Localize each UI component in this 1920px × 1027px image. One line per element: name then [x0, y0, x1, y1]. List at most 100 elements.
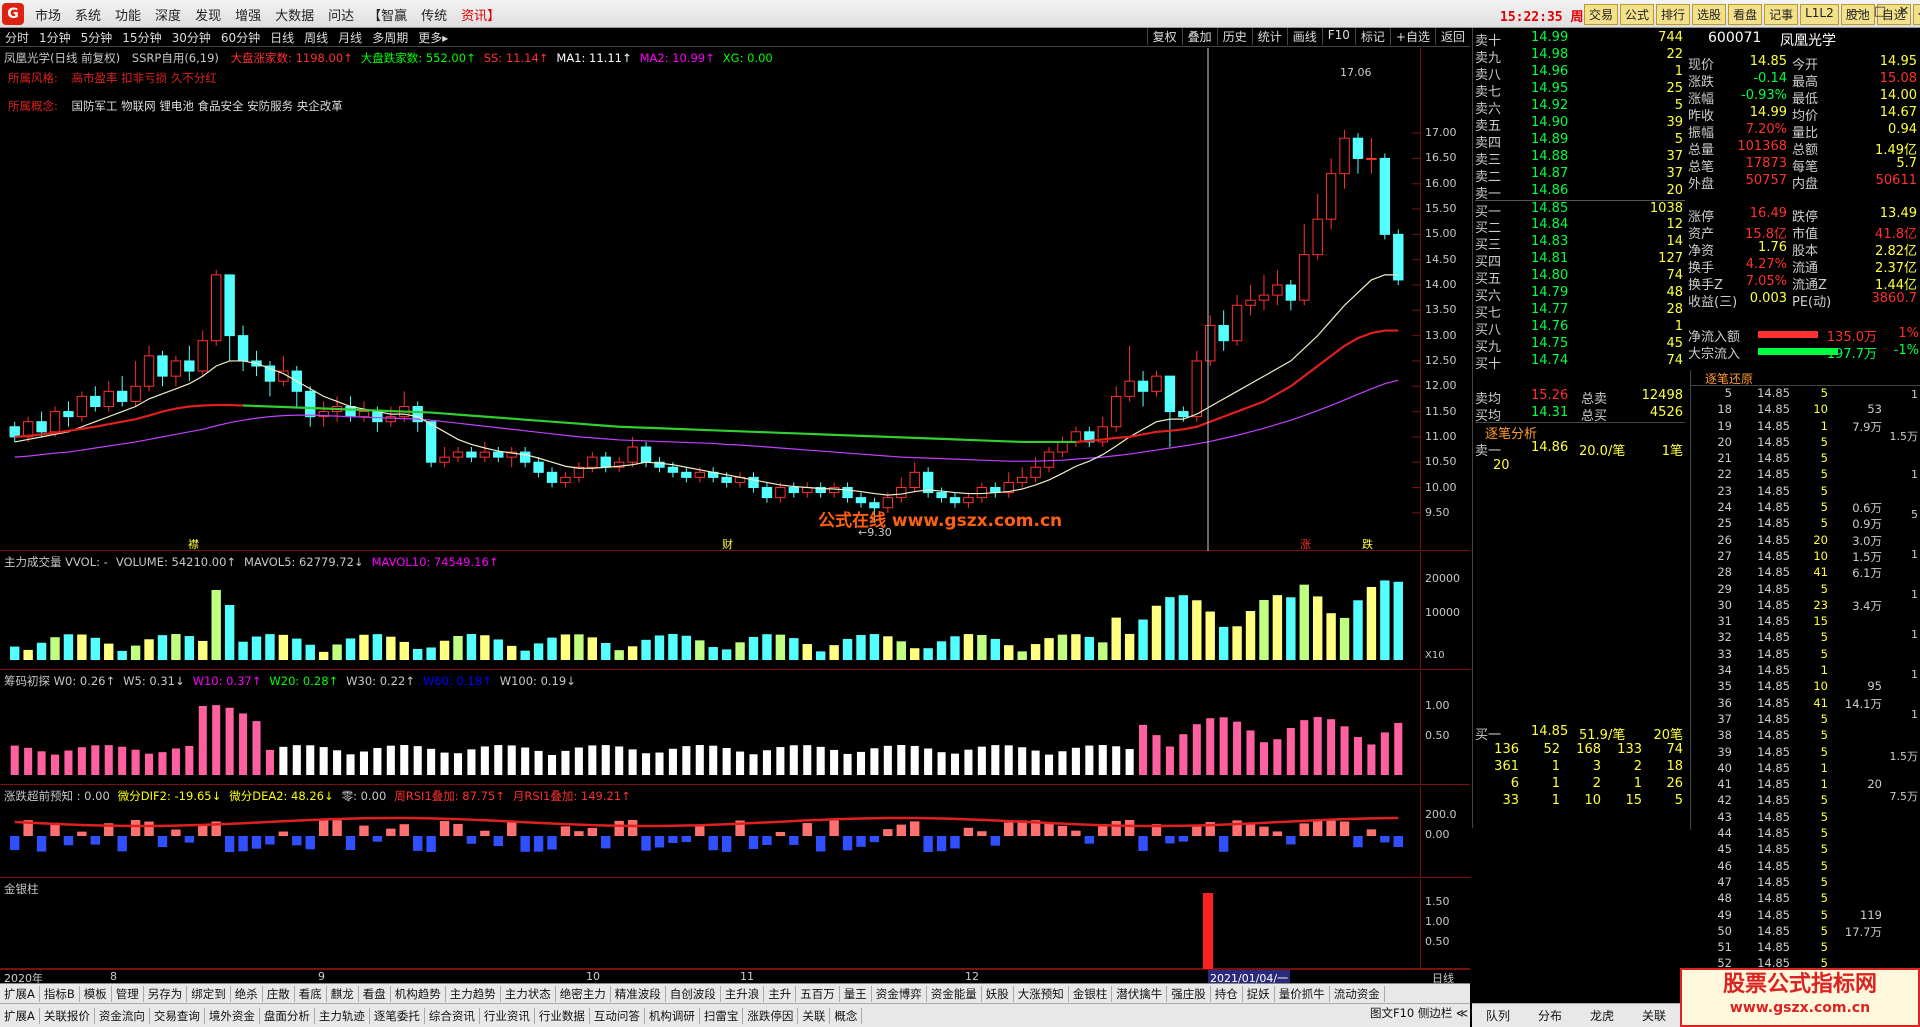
period-4[interactable]: 30分钟 — [167, 29, 216, 46]
function-tab-0[interactable]: 扩展A — [0, 1007, 40, 1024]
menu-0[interactable]: 市场 — [28, 5, 68, 24]
main-chart-pane[interactable]: 凤凰光学(日线 前复权) SSRP自用(6,19) 大盘涨家数: 1198.00… — [0, 48, 1470, 551]
function-tab-14[interactable]: 涨跌停因 — [743, 1007, 799, 1024]
indicator-tab-21[interactable]: 资金博弈 — [872, 985, 927, 1002]
ask-row[interactable]: 卖四 14.89 5 — [1475, 132, 1685, 151]
bid-row[interactable]: 买三 14.83 14 — [1475, 234, 1685, 253]
period-1[interactable]: 1分钟 — [34, 29, 76, 46]
function-tab-7[interactable]: 逐笔委托 — [370, 1007, 425, 1024]
function-tab-10[interactable]: 行业数据 — [535, 1007, 590, 1024]
period-6[interactable]: 日线 — [265, 29, 299, 46]
right-tab-3[interactable]: 选股 — [1692, 4, 1727, 25]
indicator-tab-9[interactable]: 麒龙 — [327, 985, 359, 1002]
indicator-tab-20[interactable]: 量王 — [840, 985, 872, 1002]
indicator-tab-15[interactable]: 精准波段 — [611, 985, 666, 1002]
indicator-tab-28[interactable]: 持仓 — [1211, 985, 1243, 1002]
volume-chart[interactable] — [0, 552, 1420, 670]
indicator-tab-3[interactable]: 管理 — [112, 985, 144, 1002]
indicator-tab-29[interactable]: 捉妖 — [1243, 985, 1275, 1002]
menu-2[interactable]: 功能 — [108, 5, 148, 24]
function-tab-6[interactable]: 主力轨迹 — [315, 1007, 370, 1024]
ask-row[interactable]: 卖三 14.88 37 — [1475, 149, 1685, 168]
indicator-tab-7[interactable]: 庄散 — [263, 985, 295, 1002]
menu-1[interactable]: 系统 — [68, 5, 108, 24]
period-5[interactable]: 60分钟 — [216, 29, 265, 46]
menu-6[interactable]: 大数据 — [268, 5, 321, 24]
period-8[interactable]: 月线 — [333, 29, 367, 46]
forecast-chart[interactable] — [0, 786, 1420, 878]
volume-pane[interactable]: 主力成交量 VVOL: - VOLUME: 54210.00↑ MAVOL5: 62… — [0, 552, 1470, 670]
chart-btn-3[interactable]: 统计 — [1251, 28, 1287, 45]
bid-row[interactable]: 买五 14.80 74 — [1475, 268, 1685, 287]
right-tab-6[interactable]: L1L2 — [1800, 4, 1839, 25]
function-tab-12[interactable]: 机构调研 — [645, 1007, 700, 1024]
bid-row[interactable]: 买四 14.81 127 — [1475, 251, 1685, 270]
function-tab-11[interactable]: 互动问答 — [590, 1007, 645, 1024]
indicator-tab-23[interactable]: 妖股 — [982, 985, 1014, 1002]
bid-row[interactable]: 买一 14.85 1038 — [1475, 200, 1685, 220]
gold-chart[interactable] — [0, 879, 1420, 969]
indicator-tab-26[interactable]: 潜伏擒牛 — [1112, 985, 1168, 1002]
indicator-tab-30[interactable]: 量价抓牛 — [1275, 985, 1330, 1002]
menu-4[interactable]: 发现 — [188, 5, 228, 24]
ask-row[interactable]: 卖九 14.98 22 — [1475, 47, 1685, 66]
queue-tab-3[interactable]: 关联 — [1628, 1007, 1680, 1024]
indicator-tab-16[interactable]: 自创波段 — [666, 985, 721, 1002]
queue-tab-1[interactable]: 分布 — [1524, 1007, 1576, 1024]
bid-row[interactable]: 买八 14.76 1 — [1475, 319, 1685, 338]
period-0[interactable]: 分时 — [0, 29, 34, 46]
right-tab-0[interactable]: 交易 — [1584, 4, 1619, 25]
ask-row[interactable]: 卖一 14.86 20 — [1475, 183, 1685, 202]
ask-row[interactable]: 卖六 14.92 5 — [1475, 98, 1685, 117]
indicator-tab-2[interactable]: 模板 — [80, 985, 112, 1002]
indicator-tab-22[interactable]: 资金能量 — [927, 985, 982, 1002]
bid-row[interactable]: 买七 14.77 28 — [1475, 302, 1685, 321]
bid-row[interactable]: 买十 14.74 74 — [1475, 353, 1685, 372]
menu-3[interactable]: 深度 — [148, 5, 188, 24]
period-3[interactable]: 15分钟 — [117, 29, 166, 46]
function-tab-5[interactable]: 盘面分析 — [260, 1007, 315, 1024]
maximize-icon[interactable]: □ — [1868, 4, 1892, 19]
indicator-tab-0[interactable]: 扩展A — [0, 985, 40, 1002]
right-tab-1[interactable]: 公式 — [1620, 4, 1655, 25]
tick-trades-panel[interactable]: 逐笔还原 5 14.85 5 18 14.85 10 53 19 14.85 1 7.9万 20 14.… — [1690, 370, 1920, 987]
indicator-tab-19[interactable]: 五百万 — [796, 985, 840, 1002]
period-2[interactable]: 5分钟 — [76, 29, 118, 46]
indicator-tab-4[interactable]: 另存为 — [144, 985, 188, 1002]
chart-btn-4[interactable]: 画线 — [1286, 28, 1322, 45]
analysis-title[interactable]: 逐笔分析 — [1475, 422, 1685, 442]
indicator-tab-11[interactable]: 机构趋势 — [391, 985, 446, 1002]
indicator-tab-25[interactable]: 金银柱 — [1069, 985, 1113, 1002]
menu-9[interactable]: 传统 — [414, 5, 454, 24]
forecast-pane[interactable]: 涨跌超前预知 : 0.00 微分DIF2: -19.65↓ 微分DEA2: 48.2… — [0, 786, 1470, 878]
indicator-tab-1[interactable]: 指标B — [40, 985, 80, 1002]
indicator-tab-6[interactable]: 绝杀 — [231, 985, 263, 1002]
minimize-icon[interactable]: — — [1844, 4, 1868, 19]
chart-btn-2[interactable]: 历史 — [1216, 28, 1252, 45]
right-tab-4[interactable]: 看盘 — [1728, 4, 1763, 25]
function-tab-8[interactable]: 综合资讯 — [425, 1007, 480, 1024]
indicator-tab-5[interactable]: 绑定到 — [187, 985, 231, 1002]
chip-chart[interactable] — [0, 671, 1420, 785]
function-tab-2[interactable]: 资金流向 — [95, 1007, 150, 1024]
bid-row[interactable]: 买九 14.75 45 — [1475, 336, 1685, 355]
menu-5[interactable]: 增强 — [228, 5, 268, 24]
bid-row[interactable]: 买六 14.79 48 — [1475, 285, 1685, 304]
period-7[interactable]: 周线 — [299, 29, 333, 46]
function-tab-15[interactable]: 关联 — [798, 1007, 831, 1024]
function-tab-13[interactable]: 扫雷宝 — [700, 1007, 744, 1024]
indicator-tab-8[interactable]: 看底 — [295, 985, 327, 1002]
candlestick-chart[interactable]: 17.06←9.30襟财涨跌 — [0, 48, 1420, 551]
right-tab-5[interactable]: 记事 — [1764, 4, 1799, 25]
indicator-tab-24[interactable]: 大涨预知 — [1014, 985, 1069, 1002]
function-tab-3[interactable]: 交易查询 — [150, 1007, 205, 1024]
period-10[interactable]: 更多▸ — [413, 29, 453, 46]
ask-row[interactable]: 卖十 14.99 744 — [1475, 30, 1685, 49]
indicator-tab-14[interactable]: 绝密主力 — [556, 985, 611, 1002]
chip-pane[interactable]: 筹码初探 W0: 0.26↑ W5: 0.31↓ W10: 0.37↑ W20: 0.… — [0, 671, 1470, 785]
function-tab-4[interactable]: 境外资金 — [205, 1007, 260, 1024]
queue-tab-2[interactable]: 龙虎 — [1576, 1007, 1628, 1024]
ask-row[interactable]: 卖五 14.90 39 — [1475, 115, 1685, 134]
right-tab-2[interactable]: 排行 — [1656, 4, 1691, 25]
function-tab-9[interactable]: 行业资讯 — [480, 1007, 535, 1024]
